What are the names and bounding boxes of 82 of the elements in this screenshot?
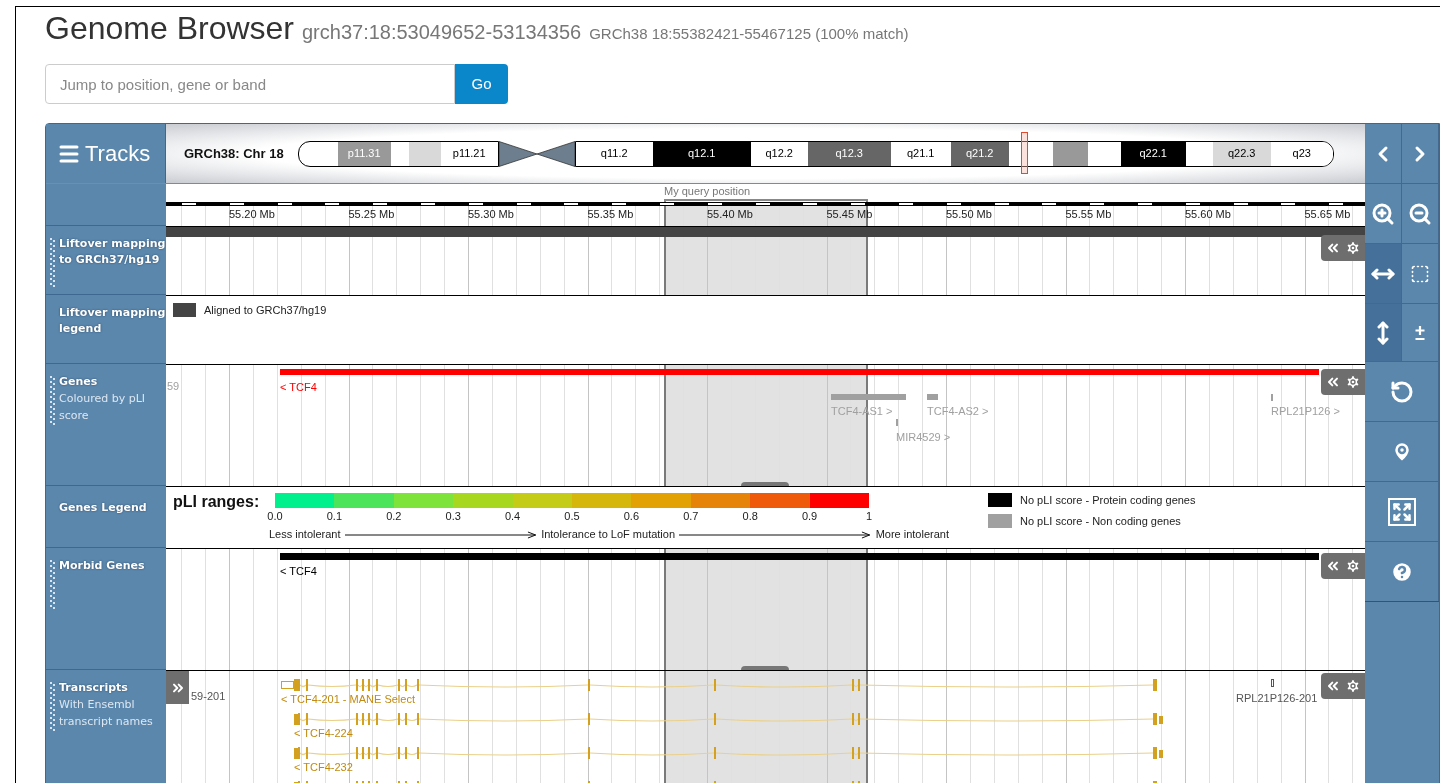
settings-button[interactable] [1345,374,1361,390]
position-marker[interactable] [1021,132,1028,174]
gene-label[interactable]: < TCF4 [280,382,317,393]
legend-label: No pLI score - Protein coding genes [1020,493,1196,508]
track-title: Genes [59,374,99,390]
settings-button[interactable] [1345,558,1361,574]
resize-handle[interactable] [741,482,789,486]
axis-label: Less intolerant [269,529,341,540]
scale-tick-label: 0.9 [801,511,818,522]
ruler-label: 55.40 Mb [707,209,753,220]
track-title: Morbid Genes [59,558,145,574]
track-subtitle: Coloured by pLI score [59,391,147,424]
track-title: Genes Legend [59,500,147,516]
transcript-label[interactable]: 59-201 [191,691,226,702]
settings-icon [1345,374,1361,390]
scale-tick-label: 0.3 [445,511,461,522]
ruler-label: 55.65 Mb [1304,209,1351,220]
settings-button[interactable] [1345,678,1361,694]
ruler-label: 55.55 Mb [1065,209,1112,220]
ruler-label: 55.45 Mb [826,209,873,220]
track-title: Transcripts [59,680,129,696]
chromosome-label: GRCh38: Chr 18 [184,144,284,163]
track-title: Liftover mapping to GRCh37/hg19 [59,236,166,268]
track-title: Liftover mapping legend [59,305,166,337]
drag-handle-icon[interactable] [50,682,56,732]
resize-handle[interactable] [741,666,789,670]
chromosome-band[interactable]: q12.1 [652,141,751,166]
legend-label: No pLI score - Non coding genes [1020,514,1181,529]
resize-mode-button[interactable] [1365,304,1402,361]
ruler-label: 55.50 Mb [946,209,992,220]
chromosome-band[interactable] [408,141,441,166]
centromere-icon [498,140,575,167]
ruler-label: 55.20 Mb [229,209,275,220]
drag-mode-button[interactable] [1365,244,1402,303]
pseudogene-exon[interactable] [1271,679,1274,687]
track-subtitle: With Ensembl transcript names [59,697,154,730]
settings-icon [1345,558,1361,574]
scale-tick-label: 0.7 [683,511,699,522]
zoom-out-icon [1408,201,1432,226]
settings-button[interactable] [1345,240,1361,256]
transcript-label[interactable]: < TCF4-224 [294,728,353,739]
go-button[interactable]: Go [455,64,508,104]
chromosome-band[interactable]: q21.2 [950,141,1009,166]
chromosome-band[interactable]: q12.3 [807,141,891,166]
chromosome-band[interactable]: q22.3 [1212,141,1271,166]
transcript-label[interactable]: < TCF4-232 [294,762,353,773]
plus-minus-icon [1413,324,1427,341]
gene-label[interactable]: < TCF4 [280,566,317,577]
zoom-in-icon [1371,201,1395,226]
expand-button[interactable] [166,671,189,704]
scale-tick-label: 0.5 [564,511,580,522]
undo-icon [1389,379,1414,404]
page-title: Genome Browser [45,9,294,47]
settings-icon [1345,678,1361,694]
mapping-label: GRCh38 18:55382421-55467125 (100% match) [589,24,909,44]
settings-icon [1345,240,1361,256]
ruler-label: 55.30 Mb [468,209,514,220]
scale-tick-label: 0.2 [386,511,402,522]
query-label: My query position [664,186,751,197]
ruler-label: 55.35 Mb [587,209,634,220]
transcript-label[interactable]: RPL21P126-201 [1236,693,1318,704]
expand-icon [1387,497,1416,526]
ruler-label: 55.25 Mb [348,209,395,220]
drag-handle-icon[interactable] [50,238,56,288]
scale-tick-label: 0.4 [504,511,521,522]
transcript-label[interactable]: < TCF4-201 - MANE Select [281,694,415,705]
drag-handle-icon[interactable] [50,560,56,610]
scale-tick-label: 0.6 [623,511,640,522]
position-label: grch37:18:53049652-53134356 [302,20,582,45]
scale-tick-label: 1 [865,511,873,522]
axis-label: Intolerance to LoF mutation [541,529,676,540]
scale-tick-label: 0.0 [267,511,283,522]
ruler-label: 55.60 Mb [1185,209,1231,220]
axis-label: More intolerant [875,529,949,540]
chromosome-band[interactable]: q22.1 [1120,141,1186,166]
scale-tick-label: 0.8 [742,511,758,522]
legend-label: Aligned to GRCh37/hg19 [204,303,327,318]
search-field[interactable]: Jump to position, gene or band [45,64,455,104]
chromosome-band[interactable] [1052,141,1088,166]
scale-tick-label: 0.1 [326,511,343,522]
pli-heading: pLI ranges: [173,492,260,512]
drag-handle-icon[interactable] [50,376,56,426]
